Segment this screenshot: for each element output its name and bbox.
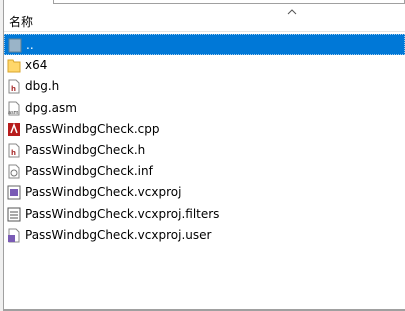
file-row[interactable]: h PassWindbgCheck.h [4, 140, 405, 161]
sort-ascending-icon [287, 9, 297, 15]
file-row[interactable]: PassWindbgCheck.vcxproj [4, 182, 405, 203]
file-name: PassWindbgCheck.vcxproj [25, 185, 182, 200]
folder-icon [7, 58, 21, 73]
name-column-header[interactable]: 名称 [9, 13, 33, 30]
file-row[interactable]: PassWindbgCheck.vcxproj.filters [4, 204, 405, 225]
filters-file-icon [7, 207, 21, 222]
file-row[interactable]: x64 [4, 55, 405, 76]
svg-text:h: h [11, 85, 16, 93]
file-name: x64 [25, 58, 48, 73]
file-row[interactable]: h dbg.h [4, 76, 405, 97]
asm-file-icon: asm [7, 101, 21, 116]
file-row[interactable]: PassWindbgCheck.vcxproj.user [4, 225, 405, 246]
user-file-icon [7, 228, 21, 243]
file-name: PassWindbgCheck.vcxproj.user [25, 227, 212, 242]
file-list: .. x64 h dbg.h asm dpg.asm PassWindbgChe… [4, 34, 405, 246]
top-strip [4, 0, 405, 5]
file-name: dpg.asm [25, 100, 77, 115]
cpp-file-icon [7, 122, 21, 137]
svg-text:asm: asm [8, 110, 19, 116]
file-name: .. [26, 38, 34, 52]
file-name: PassWindbgCheck.vcxproj.filters [25, 206, 220, 221]
column-header[interactable]: 名称 [4, 9, 405, 32]
svg-text:h: h [11, 149, 16, 157]
parent-folder-icon [8, 38, 22, 53]
file-name: PassWindbgCheck.cpp [25, 121, 160, 136]
header-file-icon: h [7, 143, 21, 158]
header-file-icon: h [7, 79, 21, 94]
file-row[interactable]: asm dpg.asm [4, 98, 405, 119]
file-row[interactable]: PassWindbgCheck.inf [4, 161, 405, 182]
file-name: PassWindbgCheck.h [25, 142, 146, 157]
file-name: PassWindbgCheck.inf [25, 164, 153, 179]
inf-file-icon [7, 164, 21, 179]
file-row[interactable]: PassWindbgCheck.cpp [4, 119, 405, 140]
file-row-parent[interactable]: .. [4, 34, 405, 56]
file-name: dbg.h [25, 79, 60, 94]
vcxproj-file-icon [7, 185, 21, 200]
path-input-edge[interactable] [53, 0, 405, 4]
